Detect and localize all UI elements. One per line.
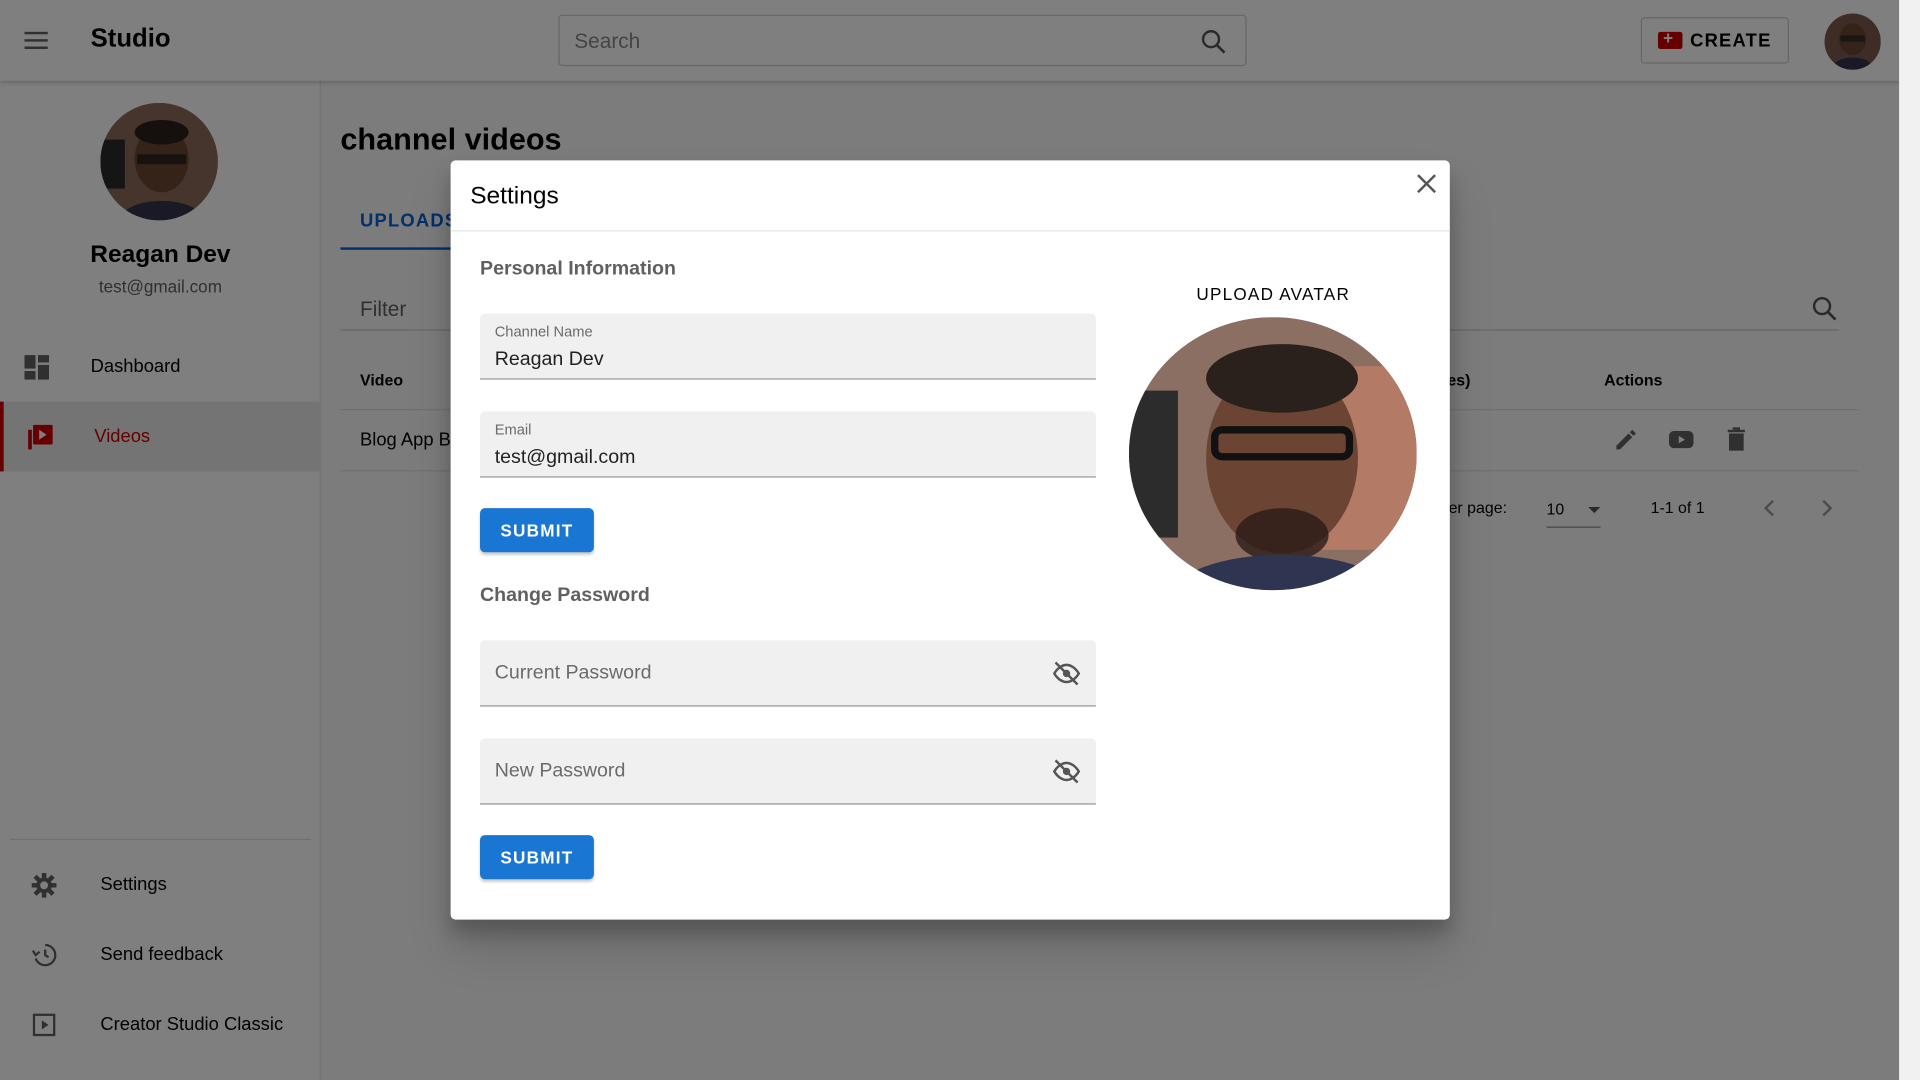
- dialog-divider: [450, 230, 1450, 232]
- scrollbar[interactable]: [1899, 0, 1920, 1080]
- personal-information-title: Personal Information: [480, 258, 676, 280]
- channel-name-label: Channel Name: [494, 323, 593, 341]
- upload-avatar-label[interactable]: UPLOAD AVATAR: [1196, 284, 1350, 304]
- close-icon[interactable]: [1413, 170, 1440, 197]
- visibility-off-icon[interactable]: [1052, 757, 1081, 786]
- email-value: test@gmail.com: [494, 446, 636, 468]
- email-field[interactable]: Email test@gmail.com: [480, 411, 1096, 478]
- channel-name-value: Reagan Dev: [494, 348, 604, 370]
- studio-app: Studio Search CREATE Reagan Dev test@gma…: [0, 0, 1920, 1080]
- submit-password-button[interactable]: SUBMIT: [480, 835, 594, 880]
- new-password-placeholder: New Password: [494, 760, 626, 782]
- upload-avatar-image[interactable]: [1128, 317, 1417, 591]
- dialog-title: Settings: [470, 182, 559, 210]
- visibility-off-icon[interactable]: [1052, 659, 1081, 688]
- new-password-field[interactable]: New Password: [480, 738, 1096, 805]
- current-password-placeholder: Current Password: [494, 662, 652, 684]
- channel-name-field[interactable]: Channel Name Reagan Dev: [480, 313, 1096, 380]
- current-password-field[interactable]: Current Password: [480, 640, 1096, 707]
- email-label: Email: [494, 421, 532, 439]
- change-password-title: Change Password: [480, 585, 650, 607]
- submit-personal-info-button[interactable]: SUBMIT: [480, 508, 594, 553]
- settings-dialog: Settings Personal Information Channel Na…: [450, 160, 1450, 920]
